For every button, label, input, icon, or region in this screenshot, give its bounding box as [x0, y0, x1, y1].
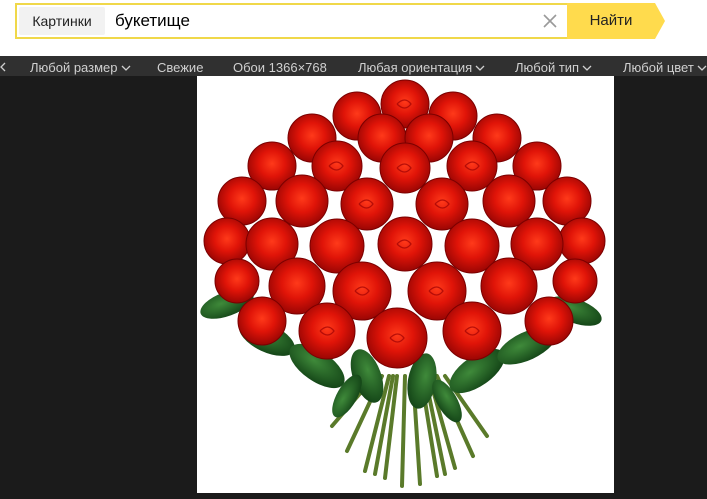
filter-wallpaper-label: Обои 1366×768 [233, 60, 327, 75]
filter-orientation[interactable]: Любая ориентация [358, 56, 485, 76]
filter-wallpaper[interactable]: Обои 1366×768 [233, 56, 327, 76]
filter-type[interactable]: Любой тип [515, 56, 592, 76]
chevron-down-icon [697, 65, 707, 71]
chevron-down-icon [121, 65, 130, 71]
search-button[interactable]: Найти [567, 3, 655, 39]
rose-bouquet-photo [197, 76, 614, 493]
filter-color-label: Любой цвет [623, 60, 694, 75]
filter-bar: Любой размер Свежие Обои 1366×768 Любая … [0, 56, 707, 76]
search-header: Картинки букетище Найти [0, 0, 707, 56]
chevron-down-icon [582, 65, 592, 71]
search-query[interactable]: букетище [115, 5, 190, 37]
preview-image[interactable] [197, 76, 614, 493]
filter-type-label: Любой тип [515, 60, 580, 75]
filter-orientation-label: Любая ориентация [358, 60, 473, 75]
chevron-down-icon [475, 65, 485, 71]
search-button-arrow[interactable] [655, 3, 665, 39]
filter-color[interactable]: Любой цвет [623, 56, 707, 76]
image-viewer: Любой размер Свежие Обои 1366×768 Любая … [0, 56, 707, 499]
filter-size[interactable]: Любой размер [30, 56, 131, 76]
filter-size-label: Любой размер [30, 60, 118, 75]
chevron-left-icon[interactable] [0, 62, 6, 72]
service-tab-images[interactable]: Картинки [19, 7, 105, 35]
search-input[interactable]: Картинки букетище [15, 3, 569, 39]
close-icon[interactable] [542, 13, 558, 29]
search-form: Картинки букетище Найти [15, 3, 665, 39]
filter-fresh-label: Свежие [157, 60, 204, 75]
filter-fresh[interactable]: Свежие [157, 56, 203, 76]
